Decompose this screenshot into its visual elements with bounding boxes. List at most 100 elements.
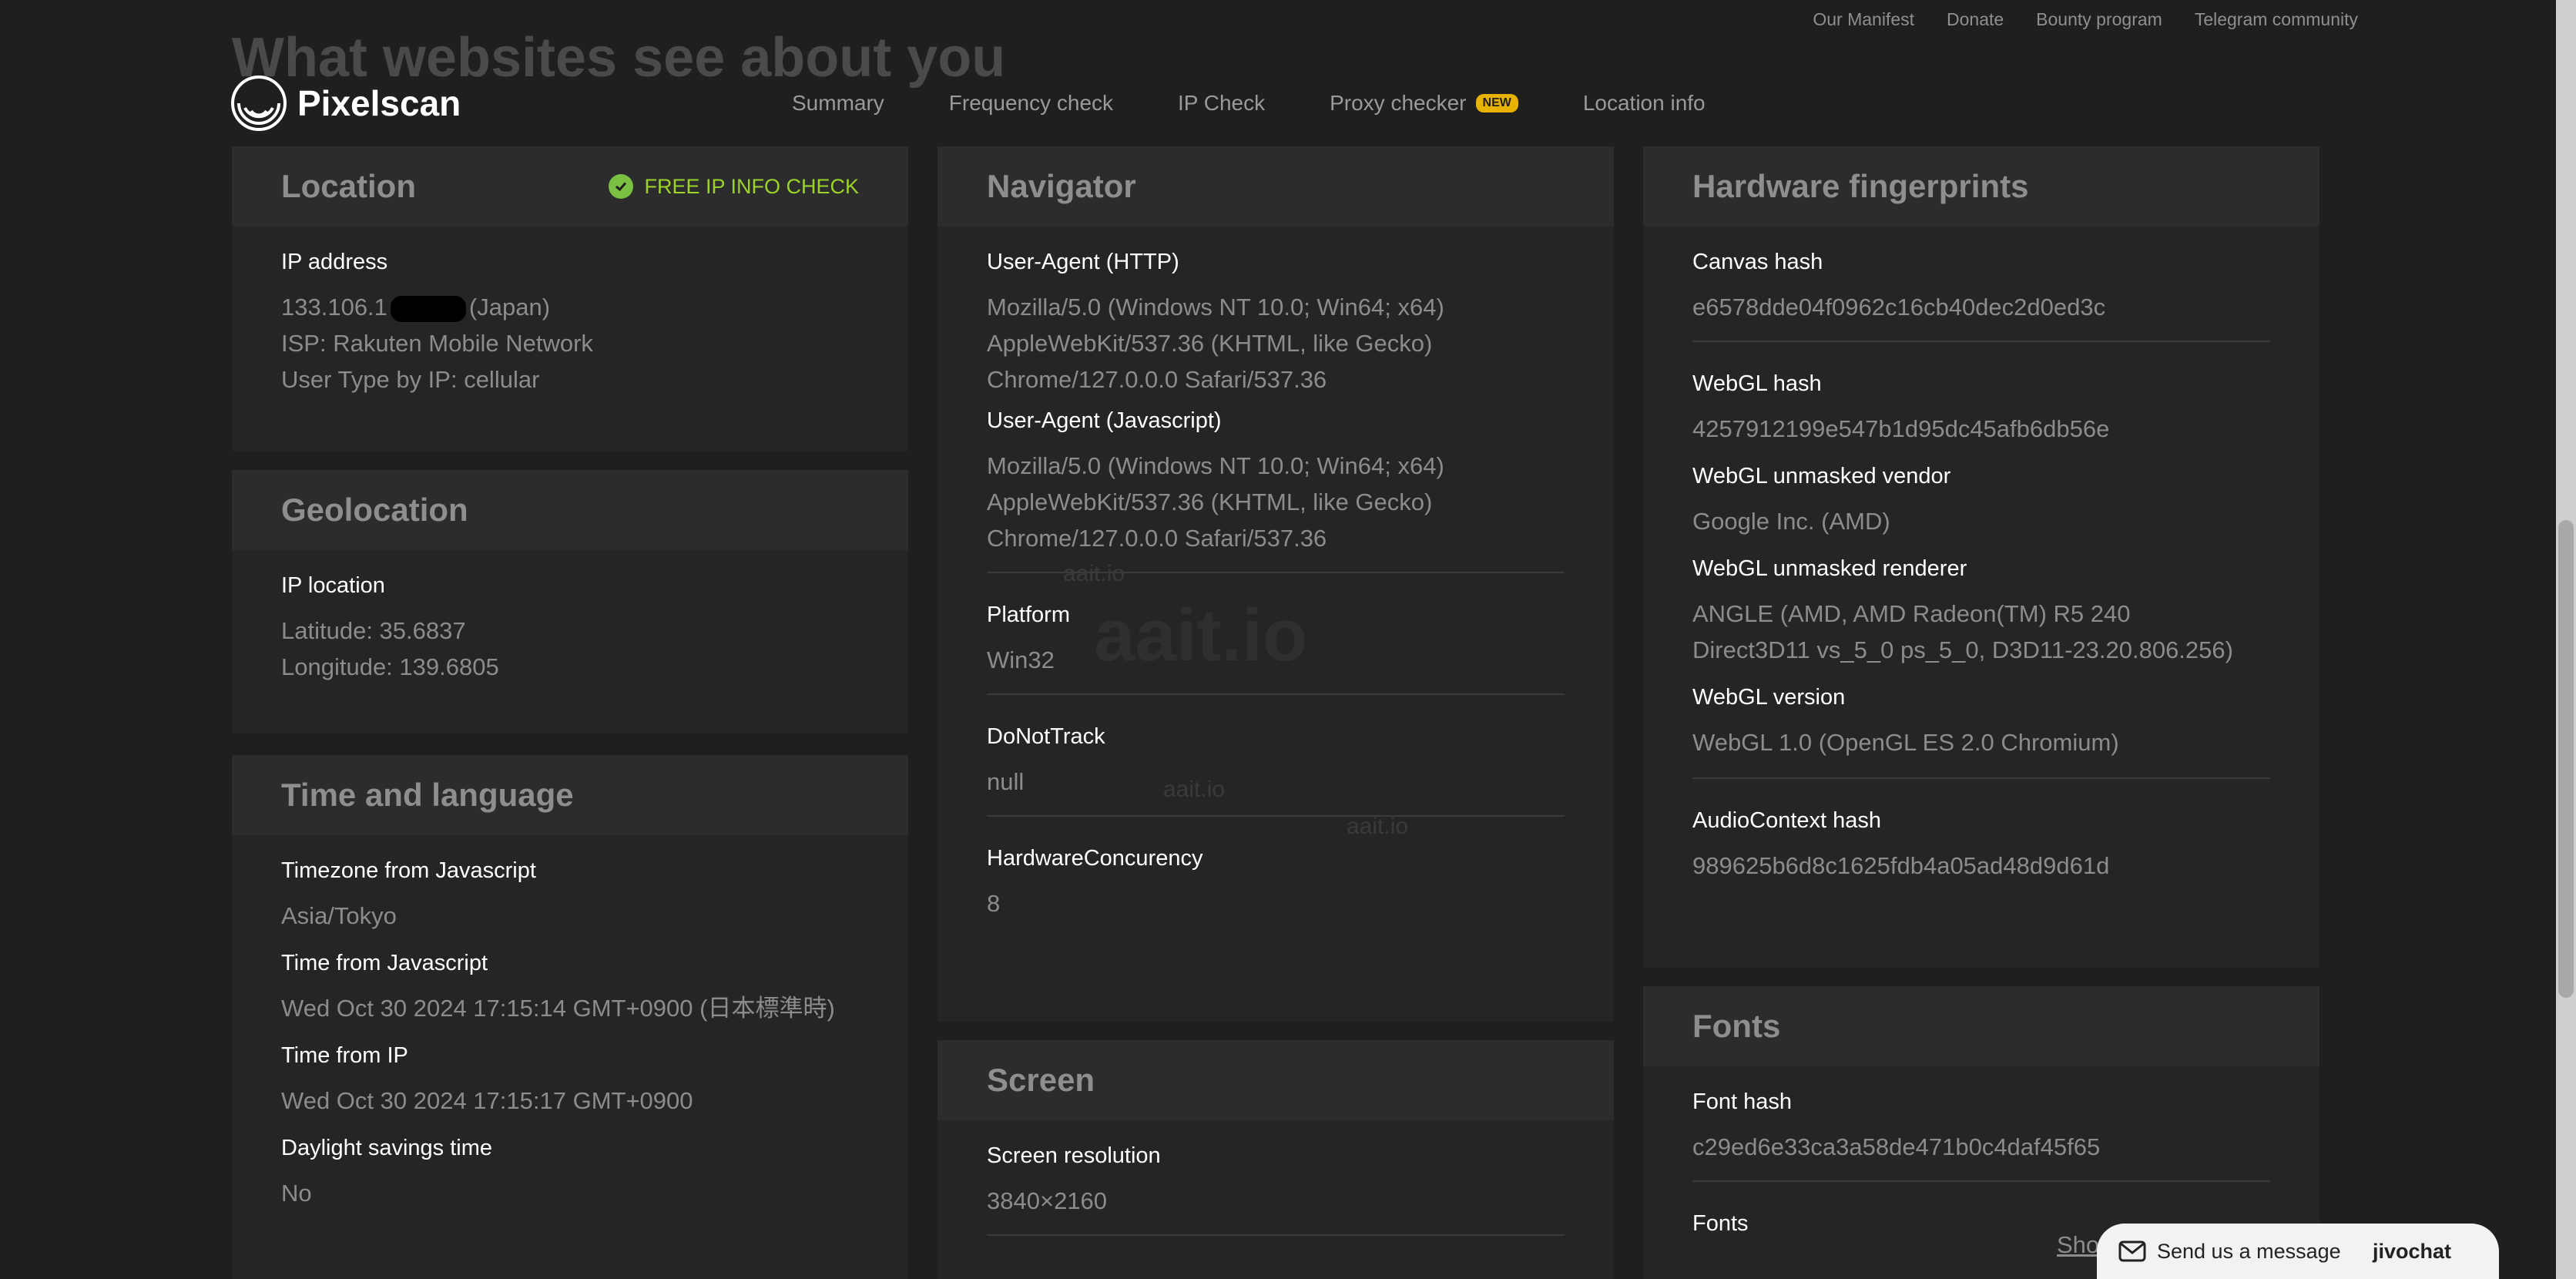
brand-name: Pixelscan <box>297 83 461 123</box>
pixelscan-logo-icon <box>231 76 287 131</box>
nav-frequency-check[interactable]: Frequency check <box>949 91 1113 116</box>
ip-address-value: 133.106.1 (Japan) <box>281 289 859 325</box>
canvas-hash-value: e6578dde04f0962c16cb40dec2d0ed3c <box>1692 294 2106 321</box>
pixelscan-logo[interactable]: Pixelscan <box>230 74 461 133</box>
redaction-mark <box>390 295 466 322</box>
canvas-hash-label: Canvas hash <box>1692 250 1823 274</box>
longitude-value: Longitude: 139.6805 <box>281 653 499 680</box>
free-ip-info-check-label: FREE IP INFO CHECK <box>644 174 859 198</box>
ua-js-line: Mozilla/5.0 (Windows NT 10.0; Win64; x64… <box>987 452 1444 479</box>
nav-proxy-checker-label: Proxy checker <box>1330 91 1467 115</box>
scrollbar[interactable] <box>2556 0 2576 1279</box>
ua-js-line: AppleWebKit/537.36 (KHTML, like Gecko) <box>987 488 1433 515</box>
time-js-value: Wed Oct 30 2024 17:15:14 GMT+0900 (日本標準時… <box>281 995 835 1022</box>
screen-title: Screen <box>987 1062 1095 1098</box>
hardware-panel: Hardware fingerprints Canvas hash e6578d… <box>1643 146 2319 968</box>
location-panel: Location FREE IP INFO CHECK IP address 1… <box>232 146 908 452</box>
location-title: Location <box>281 168 416 204</box>
dst-value: No <box>281 1180 312 1207</box>
fonts-header: Fonts <box>1643 986 2319 1066</box>
ua-http-line: Mozilla/5.0 (Windows NT 10.0; Win64; x64… <box>987 294 1444 321</box>
time-language-header: Time and language <box>232 755 908 835</box>
free-ip-info-check-link[interactable]: FREE IP INFO CHECK <box>609 174 859 199</box>
ua-http-line: Chrome/127.0.0.0 Safari/537.36 <box>987 366 1327 393</box>
fonts-title: Fonts <box>1692 1008 1781 1044</box>
ip-country: (Japan) <box>468 294 551 321</box>
webgl-version-value: WebGL 1.0 (OpenGL ES 2.0 Chromium) <box>1692 729 2119 756</box>
divider <box>1692 341 2270 342</box>
donate-link[interactable]: Donate <box>1947 9 2004 30</box>
top-links: Our Manifest Donate Bounty program Teleg… <box>1813 9 2358 30</box>
chat-widget-button[interactable]: Send us a message jivochat <box>2097 1224 2499 1279</box>
manifest-link[interactable]: Our Manifest <box>1813 9 1914 30</box>
time-language-title: Time and language <box>281 777 574 813</box>
webgl-vendor-value: Google Inc. (AMD) <box>1692 508 1890 535</box>
envelope-icon <box>2118 1240 2146 1262</box>
hardware-concurrency-label: HardwareConcurency <box>987 846 1203 871</box>
webgl-vendor-label: WebGL unmasked vendor <box>1692 464 1951 488</box>
hardware-title: Hardware fingerprints <box>1692 168 2029 204</box>
new-badge: NEW <box>1475 94 1518 112</box>
webgl-renderer-label: WebGL unmasked renderer <box>1692 556 1967 581</box>
user-type-value: User Type by IP: cellular <box>281 366 540 393</box>
geolocation-panel: Geolocation IP location Latitude: 35.683… <box>232 470 908 733</box>
font-hash-label: Font hash <box>1692 1089 1792 1114</box>
ua-js-line: Chrome/127.0.0.0 Safari/537.36 <box>987 525 1327 552</box>
divider <box>1692 1180 2270 1182</box>
latitude-value: Latitude: 35.6837 <box>281 617 466 644</box>
show-fonts-link[interactable]: Sho <box>2057 1231 2099 1259</box>
time-js-label: Time from Javascript <box>281 951 488 975</box>
navigator-header: Navigator <box>937 146 1614 227</box>
navigator-panel: Navigator User-Agent (HTTP) Mozilla/5.0 … <box>937 146 1614 1022</box>
scrollbar-thumb[interactable] <box>2558 520 2574 998</box>
navigator-title: Navigator <box>987 168 1136 204</box>
webgl-renderer-line: Direct3D11 vs_5_0 ps_5_0, D3D11-23.20.80… <box>1692 636 2233 663</box>
nav-summary[interactable]: Summary <box>792 91 884 116</box>
time-ip-label: Time from IP <box>281 1043 408 1068</box>
telegram-link[interactable]: Telegram community <box>2195 9 2358 30</box>
screen-resolution-value: 3840×2160 <box>987 1187 1108 1214</box>
bounty-link[interactable]: Bounty program <box>2036 9 2162 30</box>
divider <box>1692 777 2270 779</box>
dnt-label: DoNotTrack <box>987 724 1105 749</box>
watermark-logo: aait.io <box>1094 594 1308 676</box>
webgl-renderer-line: ANGLE (AMD, AMD Radeon(TM) R5 240 <box>1692 600 2131 627</box>
ip-location-label: IP location <box>281 573 385 598</box>
webgl-hash-value: 4257912199e547b1d95dc45afb6db56e <box>1692 415 2110 442</box>
geolocation-header: Geolocation <box>232 470 908 550</box>
divider <box>987 572 1565 573</box>
audio-hash-value: 989625b6d8c1625fdb4a05ad48d9d61d <box>1692 852 2110 879</box>
hardware-header: Hardware fingerprints <box>1643 146 2319 227</box>
ua-js-label: User-Agent (Javascript) <box>987 408 1222 433</box>
divider <box>987 1234 1565 1236</box>
check-circle-icon <box>609 174 634 199</box>
font-hash-value: c29ed6e33ca3a58de471b0c4daf45f65 <box>1692 1133 2101 1160</box>
ip-address-prefix: 133.106.1 <box>281 294 387 321</box>
screen-header: Screen <box>937 1040 1614 1120</box>
chat-label: Send us a message <box>2157 1239 2341 1263</box>
nav-location-info[interactable]: Location info <box>1583 91 1706 116</box>
jivochat-brand: jivochat <box>2372 1239 2451 1263</box>
time-language-panel: Time and language Timezone from Javascri… <box>232 755 908 1279</box>
timezone-label: Timezone from Javascript <box>281 858 536 883</box>
isp-value: ISP: Rakuten Mobile Network <box>281 330 593 357</box>
nav-proxy-checker[interactable]: Proxy checker NEW <box>1330 91 1518 116</box>
main-nav: Summary Frequency check IP Check Proxy c… <box>792 91 1706 116</box>
divider <box>987 693 1565 695</box>
screen-panel: Screen Screen resolution 3840×2160 <box>937 1040 1614 1279</box>
webgl-version-label: WebGL version <box>1692 685 1846 710</box>
dst-label: Daylight savings time <box>281 1136 492 1160</box>
ua-http-line: AppleWebKit/537.36 (KHTML, like Gecko) <box>987 330 1433 357</box>
nav-ip-check[interactable]: IP Check <box>1178 91 1265 116</box>
geolocation-title: Geolocation <box>281 492 468 528</box>
location-header: Location FREE IP INFO CHECK <box>232 146 908 227</box>
ua-http-label: User-Agent (HTTP) <box>987 250 1179 274</box>
hardware-concurrency-value: 8 <box>987 890 1001 917</box>
webgl-hash-label: WebGL hash <box>1692 371 1822 396</box>
screen-resolution-label: Screen resolution <box>987 1143 1161 1168</box>
timezone-value: Asia/Tokyo <box>281 902 397 929</box>
ip-address-label: IP address <box>281 250 388 274</box>
time-ip-value: Wed Oct 30 2024 17:15:17 GMT+0900 <box>281 1087 693 1114</box>
dnt-value: null <box>987 768 1025 795</box>
divider <box>987 815 1565 817</box>
